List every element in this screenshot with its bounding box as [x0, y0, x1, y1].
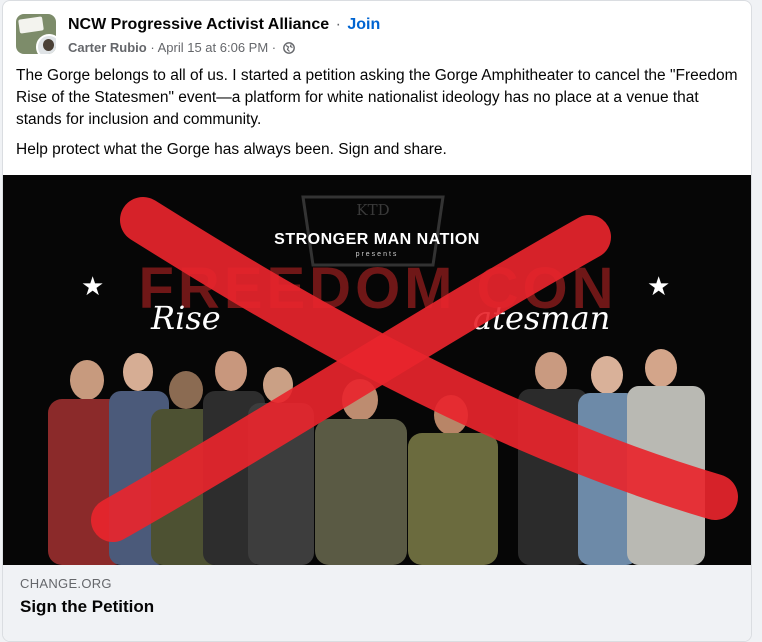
globe-icon [282, 42, 295, 57]
post-paragraph: The Gorge belongs to all of us. I starte… [16, 67, 738, 128]
separator-dot: · [271, 40, 277, 55]
link-source: CHANGE.ORG [20, 576, 112, 591]
author-name-link[interactable]: Carter Rubio [68, 40, 147, 55]
post-card: NCW Progressive Activist Alliance · Join… [2, 0, 752, 642]
red-x-overlay [91, 197, 738, 542]
separator-dot: · [150, 40, 155, 55]
link-preview[interactable]: CHANGE.ORG Sign the Petition [3, 565, 751, 641]
group-avatar[interactable] [16, 14, 56, 54]
group-line: NCW Progressive Activist Alliance · Join [68, 16, 380, 34]
separator-dot: · [335, 16, 341, 33]
post-text: The Gorge belongs to all of us. I starte… [16, 65, 742, 169]
join-button[interactable]: Join [347, 16, 380, 33]
author-avatar[interactable] [36, 34, 56, 54]
post-image[interactable]: KTD STRONGER MAN NATION presents FREEDOM… [3, 175, 751, 565]
group-name-link[interactable]: NCW Progressive Activist Alliance [68, 16, 329, 33]
post-meta: Carter Rubio · April 15 at 6:06 PM · [68, 40, 295, 57]
avatar-sign-shape [18, 16, 44, 34]
timestamp-link[interactable]: April 15 at 6:06 PM [158, 40, 269, 55]
post-paragraph: Help protect what the Gorge has always b… [16, 141, 447, 158]
link-title[interactable]: Sign the Petition [20, 597, 154, 617]
